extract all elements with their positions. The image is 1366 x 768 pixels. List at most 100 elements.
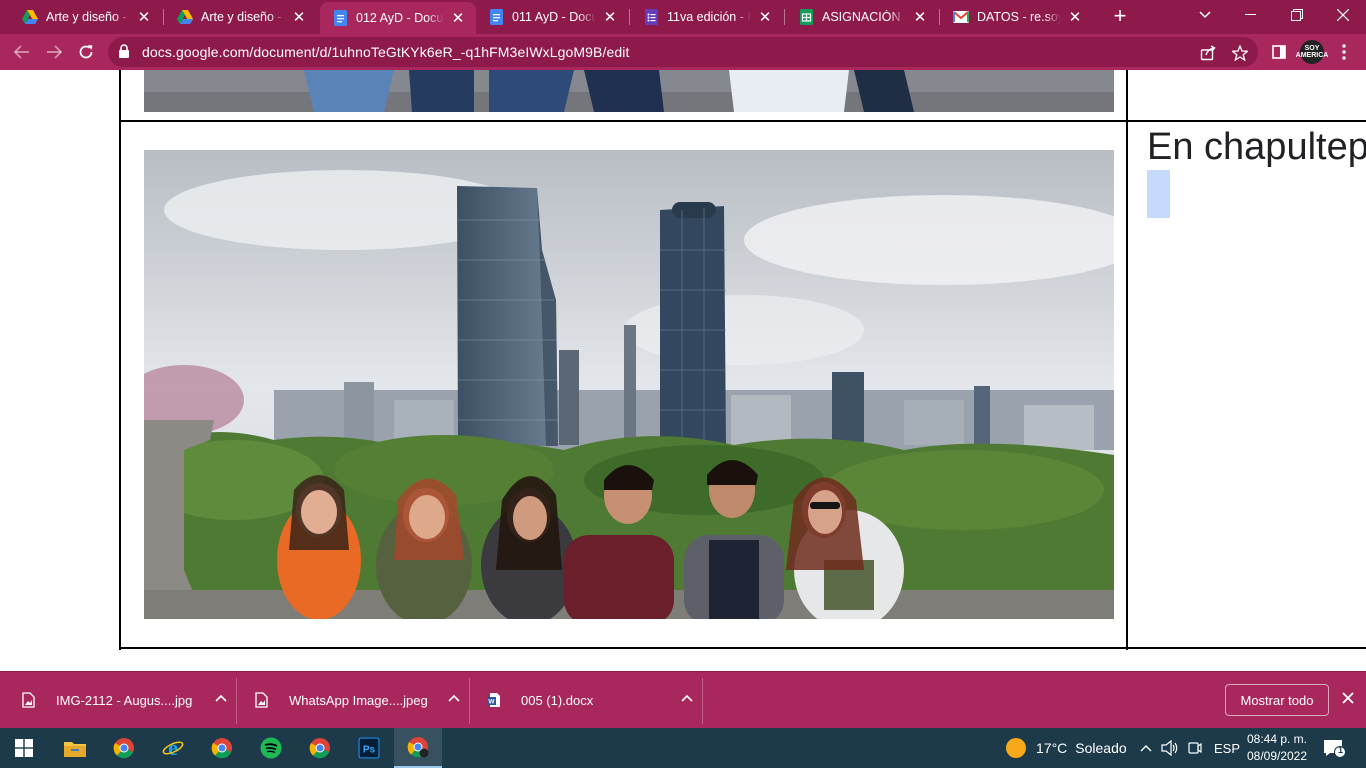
group-photo-partial[interactable] — [144, 70, 1114, 112]
download-item-whatsapp[interactable]: WhatsApp Image....jpeg — [255, 680, 463, 720]
download-shelf: IMG-2112 - Augus....jpg WhatsApp Image..… — [0, 671, 1366, 728]
tab-drive-1[interactable]: Arte y diseño - Google Drive ✕ — [10, 0, 162, 34]
show-hidden-icons-chevron-icon[interactable] — [1140, 728, 1152, 768]
chevron-up-icon[interactable] — [445, 691, 463, 709]
show-all-downloads-button[interactable]: Mostrar todo — [1225, 684, 1329, 716]
weather-widget[interactable]: 17°C Soleado — [1006, 728, 1127, 768]
photoshop-icon[interactable]: Ps — [345, 728, 393, 768]
tab-title: 012 AyD - Documentos de Google — [356, 11, 444, 25]
tab-title: 11va edición - Formularios de Google — [667, 10, 751, 24]
download-divider — [702, 678, 703, 724]
document-canvas[interactable]: En chapultep — [0, 70, 1366, 671]
tab-strip: Arte y diseño - Google Drive ✕ Arte y di… — [0, 0, 1366, 34]
weather-temp: 17°C — [1036, 740, 1068, 756]
table-border-bottom — [119, 647, 1366, 649]
gmail-icon — [953, 9, 969, 25]
address-bar[interactable]: docs.google.com/document/d/1uhnoTeGtKYk6… — [108, 37, 1258, 67]
tab-divider — [939, 9, 940, 25]
tab-asignacion[interactable]: ASIGNACIÓN - Hojas de cálculo de Google … — [786, 0, 938, 34]
system-clock[interactable]: 08:44 p. m. 08/09/2022 — [1236, 731, 1318, 765]
close-download-shelf-icon[interactable] — [1338, 690, 1358, 710]
download-item-img2112[interactable]: IMG-2112 - Augus....jpg — [22, 680, 230, 720]
tab-title: ASIGNACIÓN - Hojas de cálculo de Google — [822, 10, 906, 24]
file-explorer-icon[interactable] — [51, 728, 99, 768]
google-drive-icon — [22, 9, 38, 25]
download-filename: 005 (1).docx — [521, 692, 594, 708]
table-border-middle — [1126, 70, 1128, 650]
table-border-left — [119, 70, 121, 650]
close-tab-icon[interactable]: ✕ — [755, 7, 775, 27]
browser-toolbar: docs.google.com/document/d/1uhnoTeGtKYk6… — [0, 34, 1366, 70]
windows-taskbar: e Ps 17°C Soleado ESP 08:44 p. m. 08/09/… — [0, 728, 1366, 768]
lock-icon[interactable] — [118, 44, 134, 60]
internet-explorer-icon[interactable]: e — [149, 728, 197, 768]
tab-title: DATOS - re.soyamerica — [977, 10, 1061, 24]
close-tab-icon[interactable]: ✕ — [134, 7, 154, 27]
share-icon[interactable] — [1197, 42, 1219, 64]
download-divider — [469, 678, 470, 724]
document-side-text[interactable]: En chapultep — [1147, 126, 1366, 169]
google-docs-icon — [332, 10, 348, 26]
tab-title: Arte y diseño - Google Drive — [46, 10, 130, 24]
close-tab-icon[interactable]: ✕ — [600, 7, 620, 27]
image-file-icon — [22, 691, 36, 709]
menu-kebab-icon[interactable] — [1330, 38, 1358, 66]
download-filename: IMG-2112 - Augus....jpg — [56, 692, 193, 708]
tab-011-ayd[interactable]: 011 AyD - Documentos de Google ✕ — [476, 0, 628, 34]
tab-drive-2[interactable]: Arte y diseño - Google Drive ✕ — [165, 0, 317, 34]
chevron-up-icon[interactable] — [678, 691, 696, 709]
forward-arrow-icon[interactable] — [40, 38, 68, 66]
notification-center-icon[interactable]: 1 — [1322, 728, 1346, 768]
svg-text:Ps: Ps — [363, 745, 376, 756]
google-sheets-icon — [798, 9, 814, 25]
group-photo-chapultepec[interactable] — [144, 150, 1114, 619]
chrome-profile-2-icon[interactable] — [296, 728, 344, 768]
table-border-row — [119, 120, 1366, 122]
volume-icon[interactable] — [1161, 728, 1179, 768]
tab-title: Arte y diseño - Google Drive — [201, 10, 285, 24]
google-docs-icon — [488, 9, 504, 25]
chrome-active-icon[interactable] — [394, 728, 442, 768]
chrome-profile-icon[interactable] — [100, 728, 148, 768]
chevron-up-icon[interactable] — [212, 691, 230, 709]
close-tab-icon[interactable]: ✕ — [1065, 7, 1085, 27]
minimize-icon[interactable] — [1228, 0, 1274, 30]
download-item-docx[interactable]: W 005 (1).docx — [487, 680, 696, 720]
back-arrow-icon[interactable] — [8, 38, 36, 66]
windows-start-icon[interactable] — [0, 728, 48, 768]
tab-search-chevron-icon[interactable] — [1182, 0, 1228, 30]
download-filename: WhatsApp Image....jpeg — [289, 692, 428, 708]
profile-avatar[interactable]: SOY AMERICA — [1296, 40, 1328, 64]
new-tab-plus-icon[interactable]: + — [1108, 5, 1132, 29]
svg-text:W: W — [488, 698, 495, 705]
close-tab-icon[interactable]: ✕ — [289, 7, 309, 27]
download-divider — [236, 678, 237, 724]
close-window-icon[interactable] — [1320, 0, 1366, 30]
spotify-icon[interactable] — [247, 728, 295, 768]
chrome-icon[interactable] — [198, 728, 246, 768]
restore-icon[interactable] — [1274, 0, 1320, 30]
notification-count: 1 — [1338, 745, 1344, 755]
close-tab-icon[interactable]: ✕ — [910, 7, 930, 27]
tab-divider — [629, 9, 630, 25]
reload-icon[interactable] — [72, 38, 100, 66]
tab-divider — [784, 9, 785, 25]
text-selection-highlight — [1147, 170, 1170, 218]
clock-date: 08/09/2022 — [1246, 749, 1308, 763]
tab-11va-edicion[interactable]: 11va edición - Formularios de Google ✕ — [631, 0, 783, 34]
image-file-icon — [255, 691, 269, 709]
tab-title: 011 AyD - Documentos de Google — [512, 10, 596, 24]
url-text[interactable]: docs.google.com/document/d/1uhnoTeGtKYk6… — [142, 44, 629, 60]
tab-datos-gmail[interactable]: DATOS - re.soyamerica ✕ — [941, 0, 1093, 34]
clock-time: 08:44 p. m. — [1246, 732, 1308, 746]
word-file-icon: W — [487, 692, 501, 709]
sun-icon — [1006, 738, 1026, 758]
meet-now-icon[interactable] — [1188, 728, 1202, 768]
side-panel-icon[interactable] — [1265, 38, 1293, 66]
tab-divider — [163, 9, 164, 25]
close-tab-icon[interactable]: ✕ — [448, 8, 468, 28]
tab-012-ayd-active[interactable]: 012 AyD - Documentos de Google ✕ — [320, 2, 476, 34]
bookmark-star-icon[interactable] — [1229, 42, 1251, 64]
weather-text: Soleado — [1075, 740, 1127, 756]
google-drive-icon — [177, 9, 193, 25]
